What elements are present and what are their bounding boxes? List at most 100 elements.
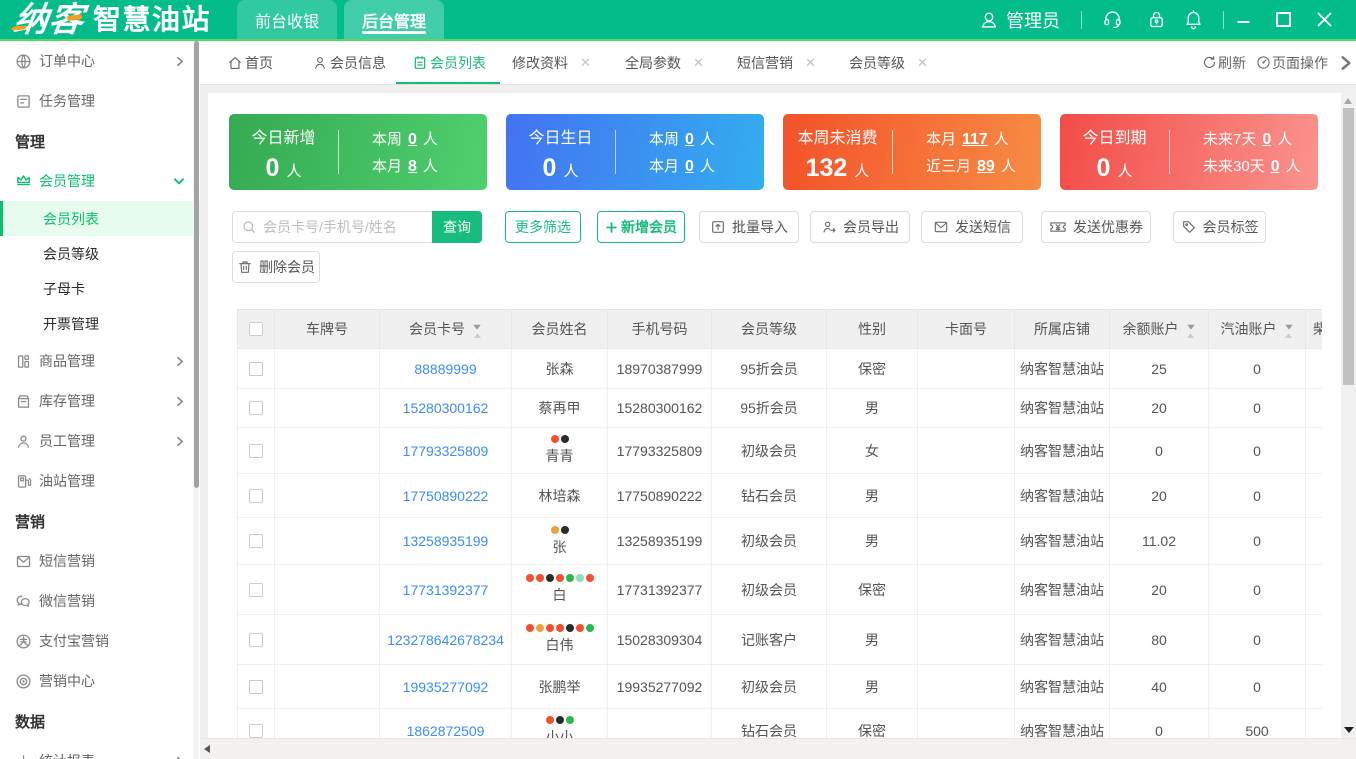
cell-card[interactable]: 17750890222 [379, 473, 512, 518]
vertical-scrollbar[interactable] [1341, 93, 1356, 738]
tab-close-icon[interactable]: ✕ [805, 55, 816, 71]
column-header-balance[interactable]: 余额账户 [1109, 309, 1209, 349]
cell-card[interactable]: 15280300162 [379, 388, 512, 428]
bell-icon[interactable] [1183, 9, 1204, 30]
search-button[interactable]: 查询 [432, 211, 482, 243]
page-tab-短信营销[interactable]: 短信营销 ✕ [737, 41, 816, 85]
vertical-scrollbar-thumb[interactable] [1343, 108, 1354, 385]
member-card-link[interactable]: 17731392377 [403, 582, 489, 598]
sort-icon[interactable] [1186, 324, 1196, 339]
toolbar-button-会员标签[interactable]: 会员标签 [1173, 211, 1266, 243]
row-checkbox[interactable] [249, 401, 263, 415]
tab-close-icon[interactable]: ✕ [580, 55, 591, 71]
member-card-link[interactable]: 123278642678234 [387, 632, 504, 648]
page-tab-修改资料[interactable]: 修改资料 ✕ [512, 41, 591, 85]
sidebar-item[interactable]: 油站管理 [0, 461, 200, 501]
page-tab-首页[interactable]: 首页 [227, 41, 273, 85]
sidebar-item[interactable]: 任务管理 [0, 81, 200, 121]
horizontal-scrollbar[interactable] [200, 738, 1356, 759]
refresh-button[interactable]: 刷新 [1202, 53, 1246, 73]
sidebar-item[interactable]: 短信营销 [0, 541, 200, 581]
more-filter-button[interactable]: 更多筛选 [505, 211, 581, 243]
toolbar-button-发送优惠券[interactable]: 发送优惠券 [1041, 211, 1151, 243]
page-tab-会员列表[interactable]: 会员列表 [396, 41, 500, 85]
stat-subrow-unit: 人 [1285, 158, 1301, 175]
sidebar-item[interactable]: 库存管理 [0, 381, 200, 421]
cell-card[interactable]: 17793325809 [379, 427, 512, 474]
window-close-button[interactable] [1317, 12, 1332, 27]
page-tab-会员等级[interactable]: 会员等级 ✕ [849, 41, 928, 85]
row-checkbox[interactable] [249, 488, 263, 503]
stat-subrow-key: 本月 [649, 158, 680, 175]
sidebar-item[interactable]: 会员管理 [0, 161, 200, 201]
cell-name: 蔡再甲 [511, 388, 608, 428]
member-card-link[interactable]: 19935277092 [403, 679, 489, 695]
toolbar-button-会员导出[interactable]: 会员导出 [810, 211, 910, 243]
cell-name: 张 [511, 517, 608, 565]
tab-close-icon[interactable]: ✕ [693, 55, 704, 71]
member-card-link[interactable]: 88889999 [414, 361, 476, 377]
sidebar-item[interactable]: 支付宝营销 [0, 621, 200, 661]
page-ops-button[interactable]: 页面操作 [1256, 53, 1328, 73]
row-checkbox[interactable] [249, 632, 263, 647]
sidebar-subitem[interactable]: 开票管理 [0, 306, 200, 341]
row-checkbox[interactable] [249, 724, 263, 738]
sidebar-item[interactable]: 营销中心 [0, 661, 200, 701]
member-card-link[interactable]: 17793325809 [403, 443, 489, 459]
row-checkbox[interactable] [249, 679, 263, 694]
row-checkbox[interactable] [249, 361, 263, 376]
cell-card[interactable]: 13258935199 [379, 517, 512, 565]
page-tab-全局参数[interactable]: 全局参数 ✕ [625, 41, 704, 85]
select-all-checkbox[interactable] [249, 322, 263, 336]
row-checkbox[interactable] [249, 582, 263, 597]
sidebar-item[interactable]: 微信营销 [0, 581, 200, 621]
headset-icon[interactable] [1102, 9, 1123, 30]
user-menu[interactable]: 管理员 [978, 7, 1060, 33]
member-card-link[interactable]: 13258935199 [403, 533, 489, 549]
sort-icon[interactable] [472, 324, 482, 339]
search-input[interactable]: 会员卡号/手机号/姓名 [232, 211, 432, 243]
cell-value: 15280300162 [616, 400, 703, 416]
sidebar-subitem[interactable]: 会员列表 [0, 201, 200, 236]
scroll-down-arrow-icon[interactable] [1343, 727, 1354, 733]
toolbar-button-发送短信[interactable]: 发送短信 [921, 211, 1023, 243]
cell-store: 纳客智慧油站 [1014, 348, 1110, 389]
column-label: 会员姓名 [531, 321, 588, 337]
tab-close-icon[interactable]: ✕ [917, 55, 928, 71]
scroll-left-arrow-icon[interactable] [204, 745, 210, 753]
column-header-gas[interactable]: 汽油账户 [1208, 309, 1306, 349]
window-minimize-button[interactable] [1237, 13, 1250, 26]
row-checkbox[interactable] [249, 443, 263, 458]
select-all-header[interactable] [237, 309, 275, 349]
topnav-tab-1[interactable]: 后台管理 [344, 0, 445, 39]
cell-card[interactable]: 19935277092 [379, 664, 512, 709]
window-maximize-button[interactable] [1276, 12, 1291, 27]
sidebar-item[interactable]: 员工管理 [0, 421, 200, 461]
tag-dot [550, 525, 559, 534]
member-card-link[interactable]: 17750890222 [403, 488, 489, 504]
column-header-diesel[interactable]: 柴油账户 [1305, 309, 1322, 349]
add-member-button[interactable]: 新增会员 [597, 211, 685, 243]
sidebar-subitem[interactable]: 会员等级 [0, 236, 200, 271]
sidebar-item[interactable]: 商品管理 [0, 341, 200, 381]
cell-card[interactable]: 123278642678234 [379, 614, 512, 665]
cell-card[interactable]: 1862872509 [379, 708, 512, 738]
lock-icon[interactable] [1146, 9, 1167, 30]
tabbar-expand-icon[interactable] [1338, 55, 1354, 71]
row-checkbox[interactable] [249, 534, 263, 548]
cell-card[interactable]: 17731392377 [379, 564, 512, 615]
delete-member-button[interactable]: 删除会员 [232, 251, 320, 283]
topnav-tab-0[interactable]: 前台收银 [237, 0, 338, 39]
stat-card-number: 132 [805, 153, 848, 182]
sidebar-item[interactable]: 订单中心 [0, 41, 200, 81]
member-card-link[interactable]: 15280300162 [403, 400, 489, 416]
scroll-up-arrow-icon[interactable] [1344, 98, 1352, 104]
sidebar-item[interactable]: 统计报表 [0, 741, 200, 759]
cell-card[interactable]: 88889999 [379, 348, 512, 389]
toolbar-button-批量导入[interactable]: 批量导入 [699, 211, 799, 243]
column-header-card[interactable]: 会员卡号 [379, 309, 512, 349]
sort-icon[interactable] [1284, 324, 1294, 339]
sidebar-subitem[interactable]: 子母卡 [0, 271, 200, 306]
member-card-link[interactable]: 1862872509 [407, 723, 485, 738]
page-tab-会员信息[interactable]: 会员信息 [312, 41, 386, 85]
